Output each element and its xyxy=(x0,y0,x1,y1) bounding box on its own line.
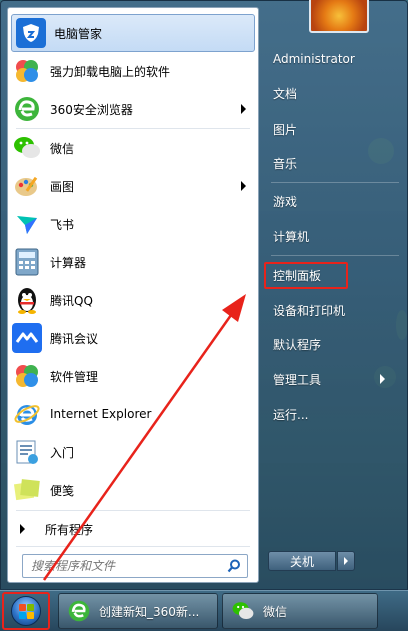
separator xyxy=(16,546,250,547)
annotation-highlight-box xyxy=(264,262,348,289)
program-label: 360安全浏览器 xyxy=(50,102,133,117)
shutdown-options-button[interactable] xyxy=(337,551,355,571)
program-label: 强力卸载电脑上的软件 xyxy=(50,64,171,79)
expand-arrow-icon xyxy=(20,524,25,534)
program-label: 电脑管家 xyxy=(54,26,103,41)
chevron-right-icon xyxy=(344,557,348,565)
program-item-software-manager[interactable]: 软件管理 xyxy=(8,357,258,395)
program-label: 腾讯会议 xyxy=(50,331,99,346)
360-browser-icon xyxy=(68,600,90,622)
program-item-pc-manager[interactable]: 电脑管家 xyxy=(11,14,255,52)
admin-tools-label: 管理工具 xyxy=(273,372,322,387)
program-item-sticky-notes[interactable]: 便笺 xyxy=(8,471,258,509)
start-menu: 电脑管家 强力卸载电脑上的软件 360安全浏览器 微信 画图 飞书 计算器 腾讯… xyxy=(0,0,408,590)
separator xyxy=(16,510,250,511)
submenu-arrow-icon xyxy=(241,104,246,114)
shutdown-button[interactable]: 关机 xyxy=(268,551,336,571)
program-label: 便笺 xyxy=(50,483,75,498)
software-manager-icon xyxy=(12,361,42,391)
default-programs-link[interactable]: 默认程序 xyxy=(269,331,399,357)
run-link[interactable]: 运行... xyxy=(269,401,399,427)
uninstaller-icon xyxy=(12,56,42,86)
getting-started-icon xyxy=(12,437,42,467)
wechat-icon xyxy=(232,602,254,619)
submenu-arrow-icon xyxy=(380,374,385,384)
documents-link[interactable]: 文档 xyxy=(269,80,399,106)
start-button[interactable] xyxy=(2,592,50,630)
search-box[interactable] xyxy=(22,554,248,578)
separator xyxy=(271,255,399,256)
program-label: 腾讯QQ xyxy=(50,293,93,308)
360-browser-icon xyxy=(12,94,42,124)
pictures-link[interactable]: 图片 xyxy=(269,116,399,142)
taskbar-item-label: 微信 xyxy=(263,604,288,619)
taskbar-item-wechat[interactable]: 微信 xyxy=(222,593,378,629)
taskbar-item-label: 创建新知_360新... xyxy=(99,604,200,619)
paint-icon xyxy=(12,171,42,201)
program-item-wechat[interactable]: 微信 xyxy=(8,129,258,167)
sticky-notes-icon xyxy=(12,475,42,505)
program-label: 入门 xyxy=(50,445,75,460)
program-item-uninstaller[interactable]: 强力卸载电脑上的软件 xyxy=(8,52,258,90)
computer-link[interactable]: 计算机 xyxy=(269,223,399,249)
user-name-link[interactable]: Administrator xyxy=(269,46,399,72)
program-item-paint[interactable]: 画图 xyxy=(8,167,258,205)
program-item-getting-started[interactable]: 入门 xyxy=(8,433,258,471)
admin-tools-link[interactable]: 管理工具 xyxy=(269,366,399,392)
program-label: 画图 xyxy=(50,179,75,194)
program-list: 电脑管家 强力卸载电脑上的软件 360安全浏览器 微信 画图 飞书 计算器 腾讯… xyxy=(8,14,258,509)
program-label: 飞书 xyxy=(50,217,75,232)
all-programs-button[interactable]: 所有程序 xyxy=(8,516,258,542)
wechat-icon xyxy=(12,133,42,163)
system-links-panel: Administrator 文档 图片 音乐 游戏 计算机 控制面板 设备和打印… xyxy=(263,0,408,591)
program-item-360-browser[interactable]: 360安全浏览器 xyxy=(8,90,258,128)
search-icon[interactable] xyxy=(227,559,241,573)
tencent-meeting-icon xyxy=(12,323,42,353)
program-label: 计算器 xyxy=(50,255,87,270)
internet-explorer-icon xyxy=(12,399,42,429)
windows-logo-icon xyxy=(11,596,41,626)
search-input[interactable] xyxy=(31,559,221,573)
music-link[interactable]: 音乐 xyxy=(269,150,399,176)
games-link[interactable]: 游戏 xyxy=(269,188,399,214)
tencent-pc-manager-icon xyxy=(16,18,46,48)
submenu-arrow-icon xyxy=(241,181,246,191)
program-label: 软件管理 xyxy=(50,369,99,384)
taskbar-item-360-browser[interactable]: 创建新知_360新... xyxy=(58,593,218,629)
user-avatar[interactable] xyxy=(309,0,369,33)
qq-penguin-icon xyxy=(12,285,42,315)
feishu-icon xyxy=(12,209,42,239)
separator xyxy=(271,182,399,183)
program-item-feishu[interactable]: 飞书 xyxy=(8,205,258,243)
program-item-internet-explorer[interactable]: Internet Explorer xyxy=(8,395,258,433)
program-item-tencent-meeting[interactable]: 腾讯会议 xyxy=(8,319,258,357)
all-programs-label: 所有程序 xyxy=(45,522,94,537)
program-item-qq[interactable]: 腾讯QQ xyxy=(8,281,258,319)
program-item-calculator[interactable]: 计算器 xyxy=(8,243,258,281)
devices-and-printers-link[interactable]: 设备和打印机 xyxy=(269,297,399,323)
program-label: 微信 xyxy=(50,141,75,156)
program-label: Internet Explorer xyxy=(50,407,152,421)
calculator-icon xyxy=(12,247,42,277)
programs-panel: 电脑管家 强力卸载电脑上的软件 360安全浏览器 微信 画图 飞书 计算器 腾讯… xyxy=(7,7,259,583)
taskbar: 创建新知_360新... 微信 xyxy=(0,590,408,631)
